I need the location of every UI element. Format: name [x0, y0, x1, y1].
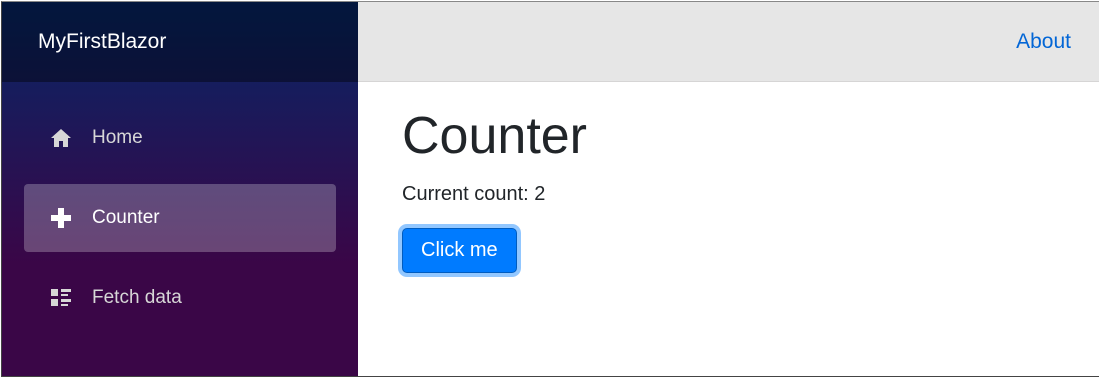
- page-title: Counter: [402, 107, 587, 165]
- sidebar-item-fetch-data[interactable]: Fetch data: [24, 264, 336, 332]
- click-me-button[interactable]: Click me: [402, 228, 517, 274]
- plus-icon: [46, 207, 76, 229]
- main-area: About Counter Current count: 2 Click me: [358, 2, 1099, 376]
- top-row: About: [358, 2, 1099, 82]
- sidebar-item-counter[interactable]: Counter: [24, 184, 336, 252]
- sidebar-item-label: Fetch data: [92, 287, 182, 308]
- sidebar-item-label: Home: [92, 127, 143, 148]
- app-brand-link[interactable]: MyFirstBlazor: [38, 30, 166, 54]
- current-count-text: Current count: 2: [402, 183, 546, 206]
- sidebar-item-label: Counter: [92, 207, 160, 228]
- sidebar: MyFirstBlazor Home Counter Fetch data: [2, 2, 358, 376]
- app-window: MyFirstBlazor Home Counter Fetch data Ab…: [1, 1, 1099, 377]
- sidebar-item-home[interactable]: Home: [24, 104, 336, 172]
- page-content: Counter Current count: 2 Click me: [358, 82, 1099, 274]
- sidebar-nav: Home Counter Fetch data: [2, 82, 358, 344]
- list-rich-icon: [46, 288, 76, 308]
- brand-bar: MyFirstBlazor: [2, 2, 358, 82]
- home-icon: [46, 128, 76, 148]
- about-link[interactable]: About: [1016, 30, 1071, 54]
